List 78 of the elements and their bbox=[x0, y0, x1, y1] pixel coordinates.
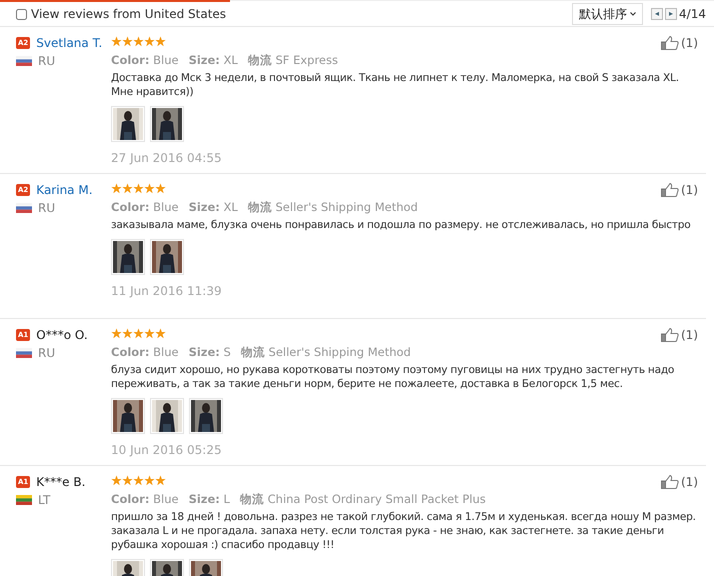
shipping-label: 物流 bbox=[240, 345, 265, 359]
size-value: S bbox=[224, 345, 231, 359]
flag-icon bbox=[16, 495, 32, 505]
shipping-label: 物流 bbox=[248, 53, 272, 67]
star-icon bbox=[155, 183, 166, 194]
color-label: Color: bbox=[111, 200, 150, 214]
star-icon bbox=[155, 36, 166, 47]
star-icon bbox=[122, 328, 133, 339]
size-label: Size: bbox=[188, 492, 220, 506]
reviewer-name[interactable]: Svetlana T. bbox=[36, 36, 102, 50]
size-label: Size: bbox=[188, 345, 220, 359]
star-icon bbox=[133, 328, 144, 339]
star-icon bbox=[133, 183, 144, 194]
next-page-button[interactable]: ▸ bbox=[665, 8, 678, 20]
review-date: 10 Jun 2016 05:25 bbox=[111, 443, 223, 457]
star-icon bbox=[111, 36, 122, 47]
review-date: 27 Jun 2016 04:55 bbox=[111, 151, 223, 165]
shipping-value: China Post Ordinary Small Packet Plus bbox=[268, 492, 486, 506]
shipping-value: Seller's Shipping Method bbox=[276, 200, 418, 214]
star-icon bbox=[111, 183, 122, 194]
reviewer-name[interactable]: Karina M. bbox=[36, 183, 93, 197]
review-text: заказывала маме, блузка очень понравилась и подошла по размеру. не отслеживалась, но пришла быстро bbox=[111, 218, 692, 232]
reviewer-name[interactable]: K***e B. bbox=[36, 475, 86, 489]
star-icon bbox=[133, 36, 144, 47]
shipping-value: SF Express bbox=[276, 53, 338, 67]
thumbs-up-icon[interactable] bbox=[661, 475, 679, 489]
country-code: LT bbox=[38, 493, 50, 507]
star-icon bbox=[155, 328, 166, 339]
country-code: RU bbox=[38, 54, 56, 68]
like-count: (1) bbox=[681, 328, 698, 342]
star-icon bbox=[155, 475, 166, 486]
review-text: Доставка до Мск 3 недели, в почтовый ящик. Ткань не липнет к телу. Маломерка, на свой S заказала XL. Мне нравится)) bbox=[111, 71, 680, 99]
color-value: Blue bbox=[153, 200, 179, 214]
flag-icon bbox=[16, 348, 32, 358]
like-count: (1) bbox=[681, 475, 698, 489]
color-value: Blue bbox=[153, 345, 179, 359]
caret-icon bbox=[630, 12, 636, 16]
star-icon bbox=[144, 36, 155, 47]
color-value: Blue bbox=[153, 53, 179, 67]
thumbs-up-icon[interactable] bbox=[661, 328, 679, 342]
size-value: XL bbox=[224, 53, 238, 67]
shipping-label: 物流 bbox=[248, 200, 272, 214]
like-count: (1) bbox=[681, 183, 698, 197]
color-label: Color: bbox=[111, 53, 150, 67]
size-value: L bbox=[224, 492, 230, 506]
page-indicator: 4/14 bbox=[679, 7, 706, 21]
like-count: (1) bbox=[681, 36, 698, 50]
star-icon bbox=[144, 183, 155, 194]
shipping-label: 物流 bbox=[240, 492, 264, 506]
star-icon bbox=[133, 475, 144, 486]
country-code: RU bbox=[38, 201, 56, 215]
color-value: Blue bbox=[153, 492, 179, 506]
star-icon bbox=[122, 36, 133, 47]
star-icon bbox=[111, 475, 122, 486]
star-icon bbox=[144, 475, 155, 486]
color-label: Color: bbox=[111, 345, 150, 359]
review-text: блуза сидит хорошо, но рукава коротковаты поэтому поэтому пуговицы на них трудно застегнуть надо переживать, а так за такие деньги норм, берите не пожалеете, доставка в Белогорск 1,5 мес. bbox=[111, 363, 676, 391]
size-label: Size: bbox=[188, 200, 220, 214]
review-text: пришло за 18 дней ! довольна. разрез не такой глубокий. сама я 1.75м и худенькая. всегда ношу M размер. заказала L и не прогадала. запаха нету. если толстая рука - не знаю, как застегнете. за такие деньги рубашка хорошая :) спасибо продавцу !!! bbox=[111, 510, 697, 552]
filter-label: View reviews from United States bbox=[31, 7, 228, 21]
reviewer-name[interactable]: O***o O. bbox=[36, 328, 88, 342]
size-label: Size: bbox=[188, 53, 220, 67]
star-icon bbox=[122, 475, 133, 486]
sort-dropdown[interactable]: 默认排序 bbox=[572, 3, 644, 25]
thumbs-up-icon[interactable] bbox=[661, 36, 679, 50]
size-value: XL bbox=[224, 200, 238, 214]
star-icon bbox=[111, 328, 122, 339]
thumbs-up-icon[interactable] bbox=[661, 183, 679, 197]
flag-icon bbox=[16, 203, 32, 213]
previous-page-button[interactable]: ◂ bbox=[651, 8, 664, 20]
country-code: RU bbox=[38, 346, 56, 360]
star-icon bbox=[144, 328, 155, 339]
color-label: Color: bbox=[111, 492, 150, 506]
flag-icon bbox=[16, 56, 32, 66]
star-icon bbox=[122, 183, 133, 194]
shipping-value: Seller's Shipping Method bbox=[268, 345, 411, 359]
filter-checkbox[interactable] bbox=[16, 8, 27, 20]
review-date: 11 Jun 2016 11:39 bbox=[111, 284, 223, 298]
